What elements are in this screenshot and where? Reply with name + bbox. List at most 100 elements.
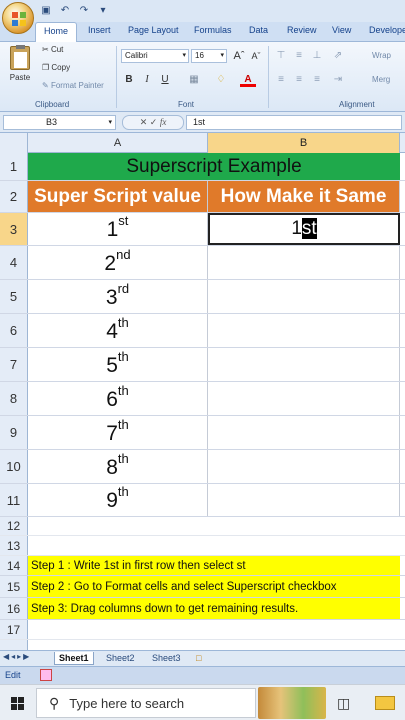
taskbar-app-image-icon[interactable] — [258, 687, 326, 719]
underline-button[interactable]: U — [157, 72, 173, 87]
row-header[interactable]: 14 — [0, 556, 28, 575]
insert-sheet-icon[interactable]: □ — [192, 652, 205, 665]
cell-b3-active[interactable]: 1st — [208, 213, 400, 245]
tab-data[interactable]: Data — [249, 25, 268, 35]
row-header[interactable]: 11 — [0, 484, 28, 516]
tab-developer[interactable]: Develope — [369, 25, 405, 35]
step-3-cell[interactable]: Step 3: Drag columns down to get remaini… — [28, 598, 400, 619]
cell-a6[interactable]: 4th — [28, 314, 208, 347]
row-header[interactable]: 2 — [0, 181, 28, 212]
align-bottom-icon[interactable]: ⊥ — [309, 48, 325, 63]
file-explorer-icon[interactable] — [375, 696, 395, 710]
align-middle-icon[interactable]: ≡ — [291, 48, 307, 63]
row-header[interactable]: 3 — [0, 213, 28, 245]
format-painter-button[interactable]: ✎ Format Painter — [42, 81, 104, 90]
taskbar-search-box[interactable]: ⚲ Type here to search — [36, 688, 256, 718]
italic-button[interactable]: I — [139, 72, 155, 87]
save-icon[interactable]: ▣ — [38, 3, 54, 19]
row-header[interactable]: 16 — [0, 598, 28, 619]
cell-b11[interactable] — [208, 484, 400, 516]
cell-b7[interactable] — [208, 348, 400, 381]
row-header[interactable]: 4 — [0, 246, 28, 279]
cell-a10[interactable]: 8th — [28, 450, 208, 483]
cell-b9[interactable] — [208, 416, 400, 449]
cell-a11[interactable]: 9th — [28, 484, 208, 516]
customize-qat-icon[interactable]: ▾ — [95, 3, 111, 19]
cell-b4[interactable] — [208, 246, 400, 279]
cell-a9[interactable]: 7th — [28, 416, 208, 449]
tab-page-layout[interactable]: Page Layout — [128, 25, 179, 35]
select-all-corner[interactable] — [0, 133, 28, 153]
align-center-icon[interactable]: ≡ — [291, 72, 307, 87]
cell-b2[interactable]: How Make it Same — [208, 181, 400, 212]
row-header[interactable]: 6 — [0, 314, 28, 347]
font-color-icon[interactable]: A — [240, 72, 256, 87]
paste-button[interactable]: Paste — [6, 45, 34, 90]
office-button[interactable] — [2, 2, 34, 34]
cell-a8[interactable]: 6th — [28, 382, 208, 415]
cancel-icon[interactable]: ✕ — [140, 117, 148, 127]
formula-buttons: ✕ ✓ fx — [122, 115, 184, 130]
cell-b5[interactable] — [208, 280, 400, 313]
font-name-select[interactable]: Calibri ▾ — [121, 49, 189, 63]
tab-view[interactable]: View — [332, 25, 351, 35]
bold-button[interactable]: B — [121, 72, 137, 87]
cell-a4[interactable]: 2nd — [28, 246, 208, 279]
macro-record-icon[interactable] — [40, 669, 52, 681]
name-box[interactable]: B3 ▾ — [3, 115, 116, 130]
row-header[interactable]: 13 — [0, 536, 28, 555]
windows-start-icon[interactable] — [11, 697, 24, 710]
sheet-tab-1[interactable]: Sheet1 — [54, 652, 94, 665]
row-header[interactable]: 7 — [0, 348, 28, 381]
row-17: 17 — [0, 620, 405, 640]
cell-a1-merged-title[interactable]: Superscript Example — [28, 153, 400, 180]
redo-icon[interactable]: ↷ — [76, 3, 92, 19]
task-view-icon[interactable]: ◫ — [337, 695, 350, 712]
row-header[interactable]: 17 — [0, 620, 28, 639]
cell-a2[interactable]: Super Script value — [28, 181, 208, 212]
row-header[interactable]: 12 — [0, 517, 28, 535]
cell-a3[interactable]: 1st — [28, 213, 208, 245]
row-header[interactable]: 1 — [0, 153, 28, 180]
copy-button[interactable]: ❐ Copy — [42, 63, 70, 72]
fx-button[interactable]: fx — [160, 117, 167, 127]
row-header[interactable]: 10 — [0, 450, 28, 483]
step-2-cell[interactable]: Step 2 : Go to Format cells and select S… — [28, 576, 400, 597]
tab-formulas[interactable]: Formulas — [194, 25, 232, 35]
sheet-tab-2[interactable]: Sheet2 — [102, 652, 139, 665]
indent-icon[interactable]: ⇥ — [330, 72, 346, 87]
row-header[interactable]: 15 — [0, 576, 28, 597]
column-header-a[interactable]: A — [28, 133, 208, 153]
tab-insert[interactable]: Insert — [88, 25, 111, 35]
wrap-text-button[interactable]: Wrap — [372, 51, 391, 60]
cut-button[interactable]: ✂ Cut — [42, 45, 63, 54]
font-size-select[interactable]: 16 ▾ — [191, 49, 227, 63]
orientation-icon[interactable]: ⇗ — [330, 48, 346, 63]
formula-input[interactable]: 1st — [186, 115, 402, 130]
align-right-icon[interactable]: ≡ — [309, 72, 325, 87]
cell-b8[interactable] — [208, 382, 400, 415]
step-1-cell[interactable]: Step 1 : Write 1st in first row then sel… — [28, 556, 400, 575]
cell-a7[interactable]: 5th — [28, 348, 208, 381]
row-header[interactable]: 8 — [0, 382, 28, 415]
align-top-icon[interactable]: ⊤ — [273, 48, 289, 63]
align-left-icon[interactable]: ≡ — [273, 72, 289, 87]
merge-cells-button[interactable]: Merg — [372, 75, 390, 84]
row-header[interactable]: 5 — [0, 280, 28, 313]
grow-font-icon[interactable]: Aˆ — [231, 49, 247, 64]
cell-b6[interactable] — [208, 314, 400, 347]
selected-text[interactable]: st — [301, 218, 317, 239]
fill-color-icon[interactable]: ♢ — [213, 72, 229, 87]
borders-icon[interactable]: ▦ — [186, 72, 202, 87]
cell-b10[interactable] — [208, 450, 400, 483]
sheet-tab-3[interactable]: Sheet3 — [148, 652, 185, 665]
row-header[interactable]: 9 — [0, 416, 28, 449]
column-header-b[interactable]: B — [208, 133, 400, 153]
shrink-font-icon[interactable]: Aˇ — [248, 49, 264, 64]
undo-icon[interactable]: ↶ — [57, 3, 73, 19]
tab-review[interactable]: Review — [287, 25, 317, 35]
check-icon[interactable]: ✓ — [150, 117, 158, 127]
sheet-nav-arrows-icon[interactable]: ◀◂▸▶ — [3, 652, 31, 661]
tab-home[interactable]: Home — [35, 22, 78, 42]
cell-a5[interactable]: 3rd — [28, 280, 208, 313]
